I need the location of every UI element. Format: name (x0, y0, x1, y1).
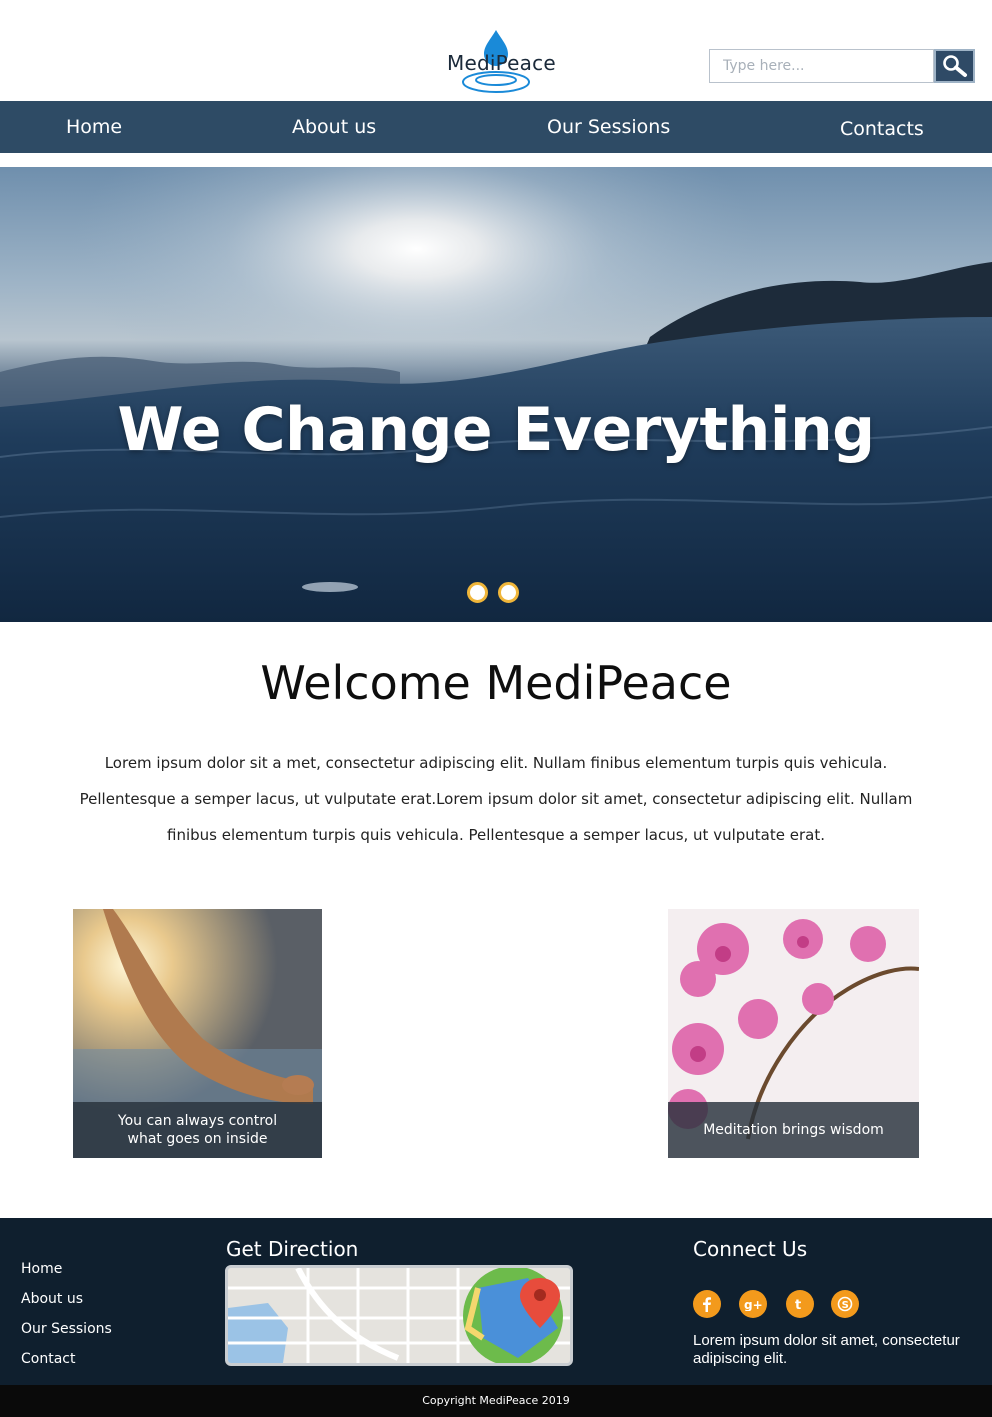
connect-us-heading: Connect Us (693, 1237, 808, 1261)
search-bar (709, 49, 975, 83)
connect-text: Lorem ipsum dolor sit amet, consectetur … (693, 1332, 960, 1367)
map-image (228, 1268, 570, 1363)
hero-slider: We Change Everything (0, 167, 992, 622)
slider-dot-2[interactable] (498, 582, 519, 603)
get-direction-heading: Get Direction (226, 1237, 359, 1261)
search-icon (942, 55, 967, 77)
svg-text:t: t (795, 1298, 801, 1311)
main-nav: Home About us Our Sessions Contacts (0, 101, 992, 153)
slider-dots (467, 582, 519, 603)
slider-dot-1[interactable] (467, 582, 488, 603)
facebook-icon[interactable] (693, 1290, 721, 1318)
hero-title: We Change Everything (117, 395, 875, 465)
footer-link-about-us[interactable]: About us (21, 1291, 83, 1307)
welcome-paragraph: Lorem ipsum dolor sit a met, consectetur… (79, 754, 913, 844)
welcome-title: Welcome MediPeace (260, 656, 732, 710)
nav-item-about-us[interactable]: About us (292, 101, 376, 153)
direction-map[interactable] (225, 1265, 573, 1366)
card-caption: Meditation brings wisdom (668, 1102, 919, 1158)
twitter-icon[interactable]: t (786, 1290, 814, 1318)
nav-item-our-sessions[interactable]: Our Sessions (547, 101, 670, 153)
nav-item-contacts[interactable]: Contacts (840, 103, 924, 155)
copyright: Copyright MediPeace 2019 (0, 1385, 992, 1417)
svg-text:g+: g+ (744, 1298, 762, 1311)
search-button[interactable] (934, 49, 975, 83)
card-orchid[interactable]: Meditation brings wisdom (668, 909, 919, 1158)
card-meditation-hand[interactable]: You can always control what goes on insi… (73, 909, 322, 1158)
nav-item-home[interactable]: Home (66, 101, 122, 153)
search-input[interactable] (709, 49, 934, 83)
footer-link-home[interactable]: Home (21, 1261, 62, 1277)
site-header: MediPeace (0, 0, 992, 101)
skype-icon[interactable]: S (831, 1290, 859, 1318)
footer-link-contact[interactable]: Contact (21, 1351, 75, 1367)
google-plus-icon[interactable]: g+ (739, 1290, 767, 1318)
card-caption: You can always control what goes on insi… (73, 1102, 322, 1158)
logo[interactable]: MediPeace (440, 28, 560, 98)
logo-text: MediPeace (447, 51, 556, 75)
site-footer: Home About us Our Sessions Contact Get D… (0, 1218, 992, 1385)
footer-link-our-sessions[interactable]: Our Sessions (21, 1321, 112, 1337)
svg-text:S: S (842, 1300, 849, 1311)
